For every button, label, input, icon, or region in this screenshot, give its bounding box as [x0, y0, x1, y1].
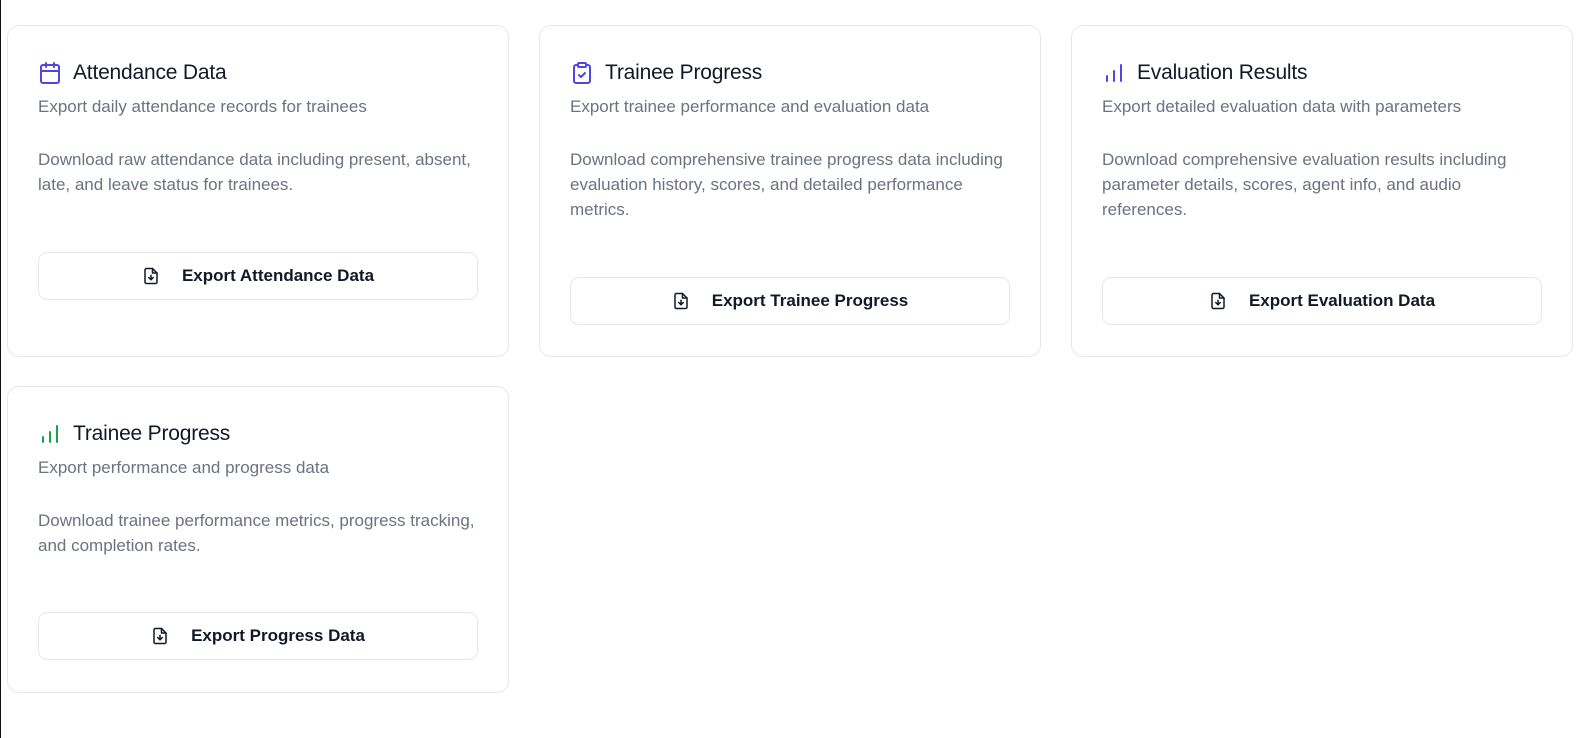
- card-header: Evaluation Results: [1102, 56, 1542, 90]
- card-subtitle: Export performance and progress data: [38, 458, 330, 477]
- export-progress-button[interactable]: Export Progress Data: [38, 612, 478, 660]
- card-attendance-data: Attendance Data Export daily attendance …: [7, 25, 509, 357]
- file-download-icon: [151, 627, 169, 645]
- button-label: Export Evaluation Data: [1248, 291, 1436, 310]
- card-progress-data: Trainee Progress Export performance and …: [7, 386, 509, 693]
- card-header: Attendance Data: [38, 56, 478, 90]
- card-evaluation-results: Evaluation Results Export detailed evalu…: [1071, 25, 1573, 357]
- calendar-icon: [38, 61, 62, 85]
- card-subtitle: Export trainee performance and evaluatio…: [570, 97, 930, 116]
- card-trainee-progress: Trainee Progress Export trainee performa…: [539, 25, 1041, 357]
- button-label: Export Attendance Data: [181, 266, 375, 285]
- export-trainee-progress-button[interactable]: Export Trainee Progress: [570, 277, 1010, 325]
- card-subtitle: Export detailed evaluation data with par…: [1102, 97, 1462, 116]
- export-evaluation-button[interactable]: Export Evaluation Data: [1102, 277, 1542, 325]
- file-download-icon: [672, 292, 690, 310]
- card-description: Download raw attendance data including p…: [38, 150, 471, 194]
- bar-chart-icon: [1102, 61, 1126, 85]
- button-label: Export Progress Data: [191, 626, 365, 645]
- card-title: Attendance Data: [73, 61, 227, 84]
- export-attendance-button[interactable]: Export Attendance Data: [38, 252, 478, 300]
- card-title: Evaluation Results: [1137, 61, 1308, 84]
- card-description: Download trainee performance metrics, pr…: [38, 511, 475, 555]
- card-title: Trainee Progress: [73, 422, 231, 445]
- card-header: Trainee Progress: [38, 417, 478, 451]
- file-download-icon: [1209, 292, 1227, 310]
- file-download-icon: [142, 267, 160, 285]
- clipboard-check-icon: [570, 61, 594, 85]
- card-description: Download comprehensive evaluation result…: [1102, 150, 1507, 219]
- card-header: Trainee Progress: [570, 56, 1010, 90]
- card-description: Download comprehensive trainee progress …: [570, 150, 1003, 219]
- card-title: Trainee Progress: [605, 61, 763, 84]
- card-subtitle: Export daily attendance records for trai…: [38, 97, 367, 116]
- bar-chart-icon: [38, 422, 62, 446]
- button-label: Export Trainee Progress: [711, 291, 909, 310]
- window-edge: [0, 0, 1, 738]
